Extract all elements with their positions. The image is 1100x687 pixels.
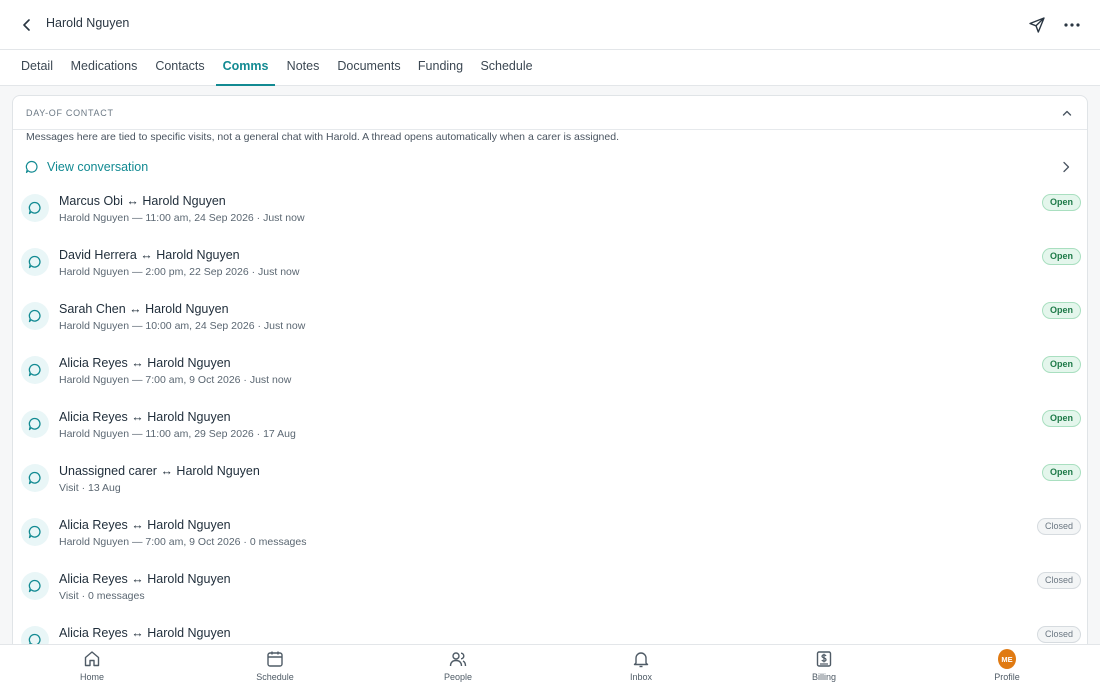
top-header: Harold Nguyen: [0, 0, 1100, 50]
tab-medications[interactable]: Medications: [66, 50, 142, 86]
nav-inbox[interactable]: Inbox: [596, 645, 686, 687]
thread-row[interactable]: David Herrera ↔ Harold Nguyen Harold Nguy…: [13, 240, 1087, 294]
thread-row[interactable]: Alicia Reyes ↔ Harold Nguyen Harold Nguye…: [13, 348, 1087, 402]
nav-schedule[interactable]: Schedule: [230, 645, 320, 687]
chat-bubble-icon: [28, 363, 41, 377]
nav-home[interactable]: Home: [47, 645, 137, 687]
thread-row[interactable]: Alicia Reyes ↔ Harold Nguyen Harold Nguye…: [13, 402, 1087, 456]
tab-detail[interactable]: Detail: [14, 50, 60, 86]
thread-icon-wrap: [21, 572, 49, 600]
chat-bubble-icon: [28, 309, 41, 323]
card-header[interactable]: DAY-OF CONTACT: [13, 96, 1087, 130]
status-badge: Open: [1041, 356, 1081, 373]
tab-comms[interactable]: Comms: [216, 50, 275, 86]
bottom-navigation: Home Schedule People Inbox Billing ME Pr…: [0, 644, 1100, 687]
avatar: ME: [998, 649, 1016, 669]
nav-billing-label: Billing: [811, 672, 836, 682]
thread-subtitle: Harold Nguyen — 7:00 am, 9 Oct 2026 · 0 …: [59, 536, 307, 548]
tab-contacts[interactable]: Contacts: [150, 50, 210, 86]
home-icon: [84, 651, 100, 667]
thread-title: Marcus Obi ↔ Harold Nguyen: [59, 194, 226, 208]
people-icon: [449, 652, 467, 667]
thread-row[interactable]: Alicia Reyes ↔ Harold Nguyen Harold Nguye…: [13, 510, 1087, 564]
thread-row[interactable]: Unassigned carer ↔ Harold Nguyen Visit · …: [13, 456, 1087, 510]
thread-subtitle: Harold Nguyen — 11:00 am, 29 Sep 2026 · …: [59, 428, 296, 440]
tab-bar: Detail Medications Contacts Comms Notes …: [0, 50, 1100, 86]
calendar-icon: [267, 651, 283, 667]
nav-billing[interactable]: Billing: [779, 645, 869, 687]
view-conversation-link[interactable]: View conversation: [13, 154, 1087, 180]
chat-bubble-icon: [28, 417, 41, 431]
thread-row[interactable]: Marcus Obi ↔ Harold Nguyen Harold Nguyen …: [13, 186, 1087, 240]
chat-bubble-icon: [28, 471, 41, 485]
thread-subtitle: Harold Nguyen — 10:00 am, 24 Sep 2026 · …: [59, 320, 306, 332]
status-badge: Open: [1041, 194, 1081, 211]
thread-icon-wrap: [21, 194, 49, 222]
chat-bubble-icon: [28, 201, 41, 215]
nav-home-label: Home: [79, 672, 104, 682]
chevron-right-icon: [1063, 161, 1070, 173]
status-badge: Closed: [1036, 626, 1081, 643]
tab-documents[interactable]: Documents: [333, 50, 405, 86]
day-of-contact-card: DAY-OF CONTACT Messages here are tied to…: [12, 95, 1088, 655]
nav-people-label: People: [443, 672, 473, 682]
chat-bubble-icon: [28, 255, 41, 269]
tab-schedule[interactable]: Schedule: [476, 50, 537, 86]
thread-title: Alicia Reyes ↔ Harold Nguyen: [59, 518, 231, 532]
thread-subtitle: Harold Nguyen — 11:00 am, 24 Sep 2026 · …: [59, 212, 305, 224]
nav-people[interactable]: People: [413, 645, 503, 687]
billing-icon: [816, 651, 832, 667]
thread-subtitle: Harold Nguyen — 7:00 am, 9 Oct 2026 · Ju…: [59, 374, 292, 386]
more-options-button[interactable]: [1061, 14, 1083, 36]
send-icon: [1029, 17, 1045, 33]
thread-row[interactable]: Alicia Reyes ↔ Harold Nguyen Visit · 0 me…: [13, 564, 1087, 618]
thread-title: Alicia Reyes ↔ Harold Nguyen: [59, 572, 231, 586]
status-badge: Closed: [1036, 572, 1081, 589]
chevron-up-icon: [1062, 110, 1072, 116]
thread-title: Unassigned carer ↔ Harold Nguyen: [59, 464, 260, 478]
thread-subtitle: Visit · 13 Aug: [59, 482, 121, 494]
nav-inbox-label: Inbox: [629, 672, 653, 682]
thread-icon-wrap: [21, 302, 49, 330]
bell-icon: [633, 652, 649, 668]
section-title: DAY-OF CONTACT: [26, 108, 114, 118]
status-badge: Open: [1041, 464, 1081, 481]
thread-icon-wrap: [21, 248, 49, 276]
thread-title: Alicia Reyes ↔ Harold Nguyen: [59, 410, 231, 424]
status-badge: Open: [1041, 302, 1081, 319]
view-conversation-label: View conversation: [47, 160, 149, 174]
tab-funding[interactable]: Funding: [413, 50, 468, 86]
thread-icon-wrap: [21, 518, 49, 546]
page-title: Harold Nguyen: [46, 16, 130, 30]
ellipsis-icon: [1064, 23, 1080, 27]
tab-notes[interactable]: Notes: [282, 50, 324, 86]
nav-profile-label: Profile: [994, 672, 1020, 682]
nav-schedule-label: Schedule: [256, 672, 294, 682]
chevron-left-icon: [23, 19, 30, 31]
chat-bubble-icon: [28, 579, 41, 593]
status-badge: Open: [1041, 248, 1081, 265]
thread-row[interactable]: Sarah Chen ↔ Harold Nguyen Harold Nguyen …: [13, 294, 1087, 348]
thread-title: Sarah Chen ↔ Harold Nguyen: [59, 302, 229, 316]
thread-icon-wrap: [21, 410, 49, 438]
app-root: Harold Nguyen Detail Medications Contact…: [0, 0, 1100, 687]
thread-subtitle: Visit · 0 messages: [59, 590, 145, 602]
collapse-button[interactable]: [1059, 105, 1075, 121]
chat-bubble-icon: [25, 160, 38, 174]
thread-title: Alicia Reyes ↔ Harold Nguyen: [59, 356, 231, 370]
thread-subtitle: Harold Nguyen — 2:00 pm, 22 Sep 2026 · J…: [59, 266, 300, 278]
chat-bubble-icon: [28, 525, 41, 539]
thread-icon-wrap: [21, 356, 49, 384]
nav-profile[interactable]: ME Profile: [962, 645, 1052, 687]
thread-title: David Herrera ↔ Harold Nguyen: [59, 248, 240, 262]
status-badge: Open: [1041, 410, 1081, 427]
thread-title: Alicia Reyes ↔ Harold Nguyen: [59, 626, 231, 640]
back-button[interactable]: [16, 14, 38, 36]
send-button[interactable]: [1026, 14, 1048, 36]
status-badge: Closed: [1036, 518, 1081, 535]
section-note: Messages here are tied to specific visit…: [26, 131, 619, 143]
thread-icon-wrap: [21, 464, 49, 492]
